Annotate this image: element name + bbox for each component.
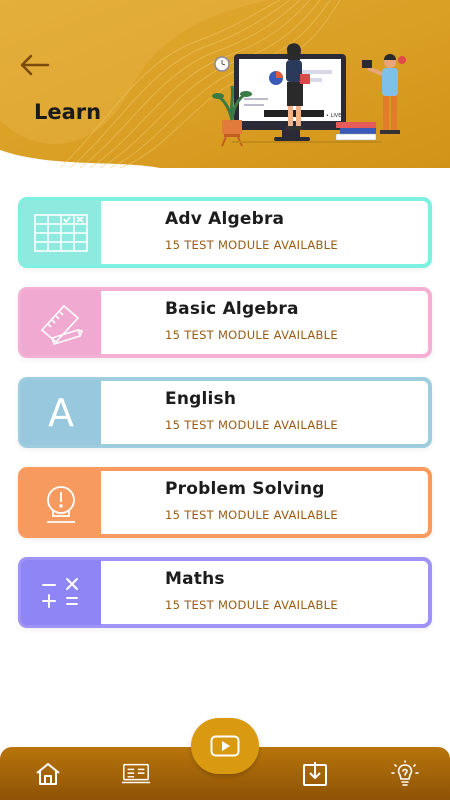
module-title: Basic Algebra <box>165 299 299 319</box>
module-card-maths[interactable]: Maths 15 TEST MODULE AVAILABLE <box>18 557 432 628</box>
page-title: Learn <box>34 100 102 124</box>
module-subtitle: 15 TEST MODULE AVAILABLE <box>165 508 338 522</box>
play-video-button[interactable] <box>191 718 259 774</box>
header: Learn • LIVE <box>0 0 450 168</box>
back-button[interactable] <box>14 48 54 82</box>
lightbulb-icon <box>391 760 419 786</box>
module-title: Problem Solving <box>165 479 325 499</box>
module-subtitle: 15 TEST MODULE AVAILABLE <box>165 598 338 612</box>
live-label: • LIVE <box>326 113 341 119</box>
ruler-pencil-icon <box>40 304 84 345</box>
nav-courses[interactable] <box>121 759 151 789</box>
module-card-english[interactable]: A English 15 TEST MODULE AVAILABLE <box>18 377 432 448</box>
arrow-left-icon <box>20 54 50 76</box>
nav-home[interactable] <box>33 759 63 789</box>
module-thumb <box>21 560 101 625</box>
download-box-icon <box>303 762 327 786</box>
module-thumb <box>21 200 101 265</box>
module-subtitle: 15 TEST MODULE AVAILABLE <box>165 238 338 252</box>
module-subtitle: 15 TEST MODULE AVAILABLE <box>165 418 338 432</box>
module-card-problem-solving[interactable]: Problem Solving 15 TEST MODULE AVAILABLE <box>18 467 432 538</box>
monitor-list-icon <box>121 763 151 784</box>
module-thumb <box>21 290 101 355</box>
module-thumb <box>21 470 101 535</box>
letter-a-icon: A <box>48 390 74 435</box>
module-title: English <box>165 389 237 409</box>
module-card-basic-algebra[interactable]: Basic Algebra 15 TEST MODULE AVAILABLE <box>18 287 432 358</box>
spreadsheet-grid-icon <box>34 213 88 252</box>
teacher-illustration: • LIVE <box>212 43 406 147</box>
module-subtitle: 15 TEST MODULE AVAILABLE <box>165 328 338 342</box>
nav-downloads[interactable] <box>300 759 330 789</box>
module-thumb: A <box>21 380 101 445</box>
learn-screen: Learn • LIVE Adv Algebra 15 TEST MODULE … <box>0 0 450 800</box>
module-title: Maths <box>165 569 225 589</box>
play-video-icon <box>210 735 240 757</box>
nav-ideas[interactable] <box>390 759 420 789</box>
head-exclamation-icon <box>47 485 75 523</box>
module-title: Adv Algebra <box>165 209 285 229</box>
math-operators-icon <box>42 577 78 608</box>
home-icon <box>36 763 60 785</box>
module-card-adv-algebra[interactable]: Adv Algebra 15 TEST MODULE AVAILABLE <box>18 197 432 268</box>
